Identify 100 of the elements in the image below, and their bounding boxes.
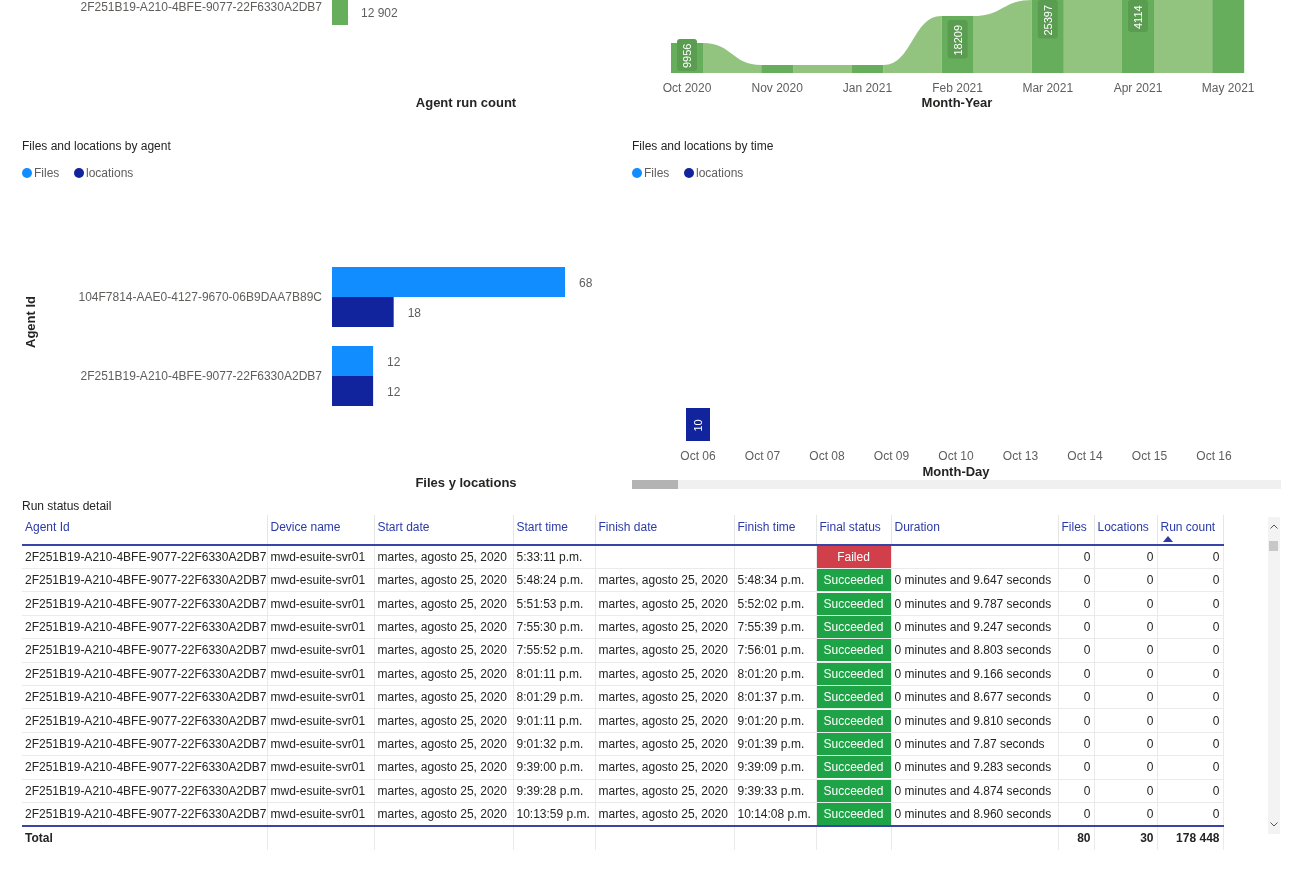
table-cell: martes, agosto 25, 2020 (377, 736, 507, 751)
column-header[interactable]: Device name (270, 520, 341, 534)
table-cell: mwd-esuite-svr01 (270, 643, 366, 658)
table-cell: 7:55:30 p.m. (516, 619, 584, 634)
scroll-down-icon[interactable] (1269, 822, 1278, 827)
table-cell: martes, agosto 25, 2020 (377, 690, 507, 705)
table-cell: 0 (1212, 666, 1220, 681)
column-header[interactable]: Start time (516, 520, 568, 534)
table-cell: 5:48:34 p.m. (737, 573, 805, 588)
table-cell: 9:01:32 p.m. (516, 736, 584, 751)
axis-title: Agent run count (415, 95, 517, 110)
table-cell: mwd-esuite-svr01 (270, 713, 366, 728)
value-label: 12 (387, 355, 401, 369)
total-cell: 30 (1140, 831, 1154, 846)
table-cell: 0 (1146, 806, 1154, 821)
table-cell: martes, agosto 25, 2020 (598, 806, 728, 821)
column-header[interactable]: Final status (819, 520, 881, 534)
table-cell: mwd-esuite-svr01 (270, 619, 366, 634)
table-cell: 9:01:20 p.m. (737, 713, 805, 728)
column-header[interactable]: Locations (1097, 520, 1149, 534)
table-cell: 0 (1212, 619, 1220, 634)
table-cell: 8:01:37 p.m. (737, 690, 805, 705)
table-cell: 0 minutes and 9.166 seconds (894, 666, 1052, 681)
axis-label: 2F251B19-A210-4BFE-9077-22F6330A2DB7 (80, 369, 322, 383)
column-header[interactable]: Files (1061, 520, 1087, 534)
table-cell: 0 (1212, 596, 1220, 611)
legend-label[interactable]: Files (644, 166, 670, 180)
table-cell: 0 (1146, 619, 1154, 634)
table-cell: 2F251B19-A210-4BFE-9077-22F6330A2DB7 (25, 690, 267, 705)
table-cell: 0 (1146, 783, 1154, 798)
table-cell: martes, agosto 25, 2020 (377, 596, 507, 611)
table-cell: 0 (1146, 713, 1154, 728)
scroll-up-icon[interactable] (1269, 524, 1278, 529)
table-cell: 8:01:11 p.m. (516, 666, 583, 681)
status-cell: Succeeded (816, 592, 891, 615)
table-cell: 0 minutes and 8.960 seconds (894, 806, 1052, 821)
value-label: 12 902 (361, 6, 398, 20)
axis-label: 104F7814-AAE0-4127-9670-06B9DAA7B89C (78, 290, 322, 304)
table-cell: mwd-esuite-svr01 (270, 666, 366, 681)
table-cell: 0 minutes and 9.247 seconds (894, 619, 1052, 634)
scrollbar-thumb[interactable] (1269, 541, 1278, 551)
column-header[interactable]: Finish time (737, 520, 796, 534)
table-cell: martes, agosto 25, 2020 (598, 643, 728, 658)
table-cell: martes, agosto 25, 2020 (598, 713, 728, 728)
table-cell: 5:52:02 p.m. (737, 596, 805, 611)
vertical-scrollbar[interactable] (1267, 517, 1280, 834)
column-header[interactable]: Start date (377, 520, 430, 534)
horizontal-scrollbar[interactable] (632, 480, 1281, 489)
table-cell: 9:39:09 p.m. (737, 760, 805, 775)
legend-label[interactable]: locations (696, 166, 744, 180)
table-cell: mwd-esuite-svr01 (270, 806, 366, 821)
ribbon (793, 65, 852, 73)
bar (686, 408, 710, 441)
chart-title: Files and locations by agent (22, 139, 171, 153)
axis-title: Month-Day (922, 464, 990, 479)
column-header[interactable]: Duration (894, 520, 940, 534)
table-cell: 2F251B19-A210-4BFE-9077-22F6330A2DB7 (25, 736, 267, 751)
table-cell: mwd-esuite-svr01 (270, 736, 366, 751)
table-cell: martes, agosto 25, 2020 (598, 619, 728, 634)
table-cell: martes, agosto 25, 2020 (598, 783, 728, 798)
legend-label[interactable]: locations (86, 166, 134, 180)
table-cell: martes, agosto 25, 2020 (598, 573, 728, 588)
status-cell: Succeeded (816, 686, 891, 709)
axis-label: 2F251B19-A210-4BFE-9077-22F6330A2DB7 (80, 0, 322, 14)
axis-label: Oct 16 (1196, 449, 1232, 463)
table-cell: 0 (1212, 713, 1220, 728)
value-label: 4114 (1128, 0, 1148, 32)
status-cell: Succeeded (816, 569, 891, 592)
bar (851, 65, 884, 73)
axis-label: Feb 2021 (932, 81, 983, 95)
table-cell: 0 (1083, 666, 1091, 681)
axis-label: Nov 2020 (751, 81, 803, 95)
column-header[interactable]: Finish date (598, 520, 658, 534)
column-header[interactable]: Run count (1160, 520, 1216, 534)
table-cell: 2F251B19-A210-4BFE-9077-22F6330A2DB7 (25, 760, 267, 775)
table-cell: 2F251B19-A210-4BFE-9077-22F6330A2DB7 (25, 573, 267, 588)
table-cell: 2F251B19-A210-4BFE-9077-22F6330A2DB7 (25, 550, 267, 564)
table-cell: 2F251B19-A210-4BFE-9077-22F6330A2DB7 (25, 783, 267, 798)
table-cell: 0 (1083, 806, 1091, 821)
table-cell: 0 minutes and 8.803 seconds (894, 643, 1052, 658)
table-cell: 0 (1146, 666, 1154, 681)
bar (332, 0, 348, 25)
table-cell: 0 (1212, 573, 1220, 588)
table-cell: mwd-esuite-svr01 (270, 783, 366, 798)
table-cell: martes, agosto 25, 2020 (377, 550, 507, 564)
table-cell: 9:01:11 p.m. (516, 713, 583, 728)
table-cell: 5:48:24 p.m. (516, 573, 584, 588)
table-cell: 0 (1212, 736, 1220, 751)
table-cell: mwd-esuite-svr01 (270, 550, 366, 564)
table-cell: 0 (1146, 760, 1154, 775)
table-cell: martes, agosto 25, 2020 (377, 713, 507, 728)
table-cell: martes, agosto 25, 2020 (377, 760, 507, 775)
value-label: 68 (579, 276, 593, 290)
table-cell: 0 minutes and 9.810 seconds (894, 713, 1052, 728)
axis-label: May 2021 (1201, 81, 1255, 95)
value-label: 18 (407, 306, 422, 320)
table-cell: mwd-esuite-svr01 (270, 760, 366, 775)
legend-label[interactable]: Files (34, 166, 60, 180)
axis-label: Oct 07 (744, 449, 781, 463)
column-header[interactable]: Agent Id (25, 520, 70, 534)
